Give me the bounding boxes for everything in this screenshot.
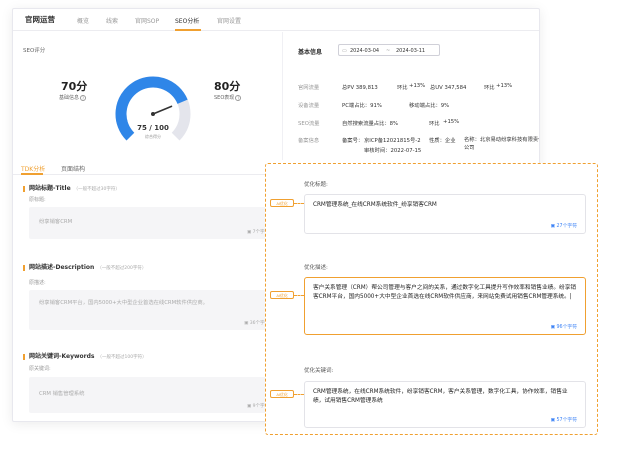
traffic-key: 官网流量 bbox=[298, 85, 320, 91]
accent-bar bbox=[23, 185, 25, 192]
original-title-value: 纷享销客CRM bbox=[39, 219, 73, 225]
basic-score-label: 基础信息? bbox=[59, 94, 87, 101]
connector-line bbox=[294, 394, 304, 395]
date-start: 2024-03-04 bbox=[350, 48, 380, 54]
seo-change-label: 环比 bbox=[429, 121, 440, 127]
original-title-label: 原标题: bbox=[29, 197, 46, 203]
icp-number-label: 备案号： bbox=[342, 138, 364, 144]
title-field-heading: 网站标题-Title （一般不超过30字符） bbox=[23, 183, 120, 192]
connector-line bbox=[294, 295, 304, 296]
ai-optimize-tag: AI优化 bbox=[270, 390, 294, 398]
optimized-desc-label: 优化描述: bbox=[304, 265, 328, 271]
original-title-box: 纷享销客CRM ▣ 7个字符 bbox=[29, 207, 277, 239]
optimized-title-label: 优化标题: bbox=[304, 182, 328, 188]
optimized-title-value: CRM管理系统_在线CRM系统软件_纷享销客CRM bbox=[313, 202, 437, 208]
icp-nature: 性质：企业 bbox=[429, 138, 456, 144]
device-key: 设备流量 bbox=[298, 103, 320, 109]
tdk-tab-indicator bbox=[21, 173, 43, 175]
basic-info-panel: 基本信息 ▭ 2024-03-04 ~ 2024-03-11 官网流量 总PV … bbox=[298, 44, 540, 162]
optimized-keywords-count: ▣ 57个字符 bbox=[550, 418, 577, 423]
score-gauge: 75 / 100 综合得分 bbox=[113, 74, 193, 144]
icp-company-name: 名称：北京易动纷享科技有限责任公司 bbox=[464, 137, 540, 151]
seo-score-label: SEO评分 bbox=[23, 48, 46, 54]
help-icon[interactable]: ? bbox=[80, 94, 87, 101]
connector-line bbox=[294, 203, 304, 204]
optimized-desc-count: ▣ 96个字符 bbox=[550, 325, 577, 330]
accent-bar bbox=[23, 264, 25, 271]
tab-page-structure[interactable]: 页面结构 bbox=[61, 164, 85, 173]
ai-optimize-tag: AI优化 bbox=[270, 291, 294, 299]
optimized-title-count: ▣ 27个字符 bbox=[550, 224, 577, 229]
date-range-picker[interactable]: ▭ 2024-03-04 ~ 2024-03-11 bbox=[338, 44, 440, 56]
tab-seo-analysis[interactable]: SEO分析 bbox=[175, 16, 199, 25]
optimized-keywords-label: 优化关键词: bbox=[304, 368, 334, 374]
tab-sop[interactable]: 官网SOP bbox=[135, 16, 159, 25]
pv-change-label: 环比 bbox=[397, 85, 408, 91]
date-separator: ~ bbox=[386, 48, 391, 54]
original-desc-label: 原描述: bbox=[29, 280, 46, 286]
optimized-keywords-value: CRM管理系统，在线CRM系统软件，纷享销客CRM，客户关系管理，数字化工具，协… bbox=[313, 389, 568, 404]
seo-traffic-key: SEO流量 bbox=[298, 121, 320, 127]
optimized-keywords-box[interactable]: CRM管理系统，在线CRM系统软件，纷享销客CRM，客户关系管理，数字化工具，协… bbox=[304, 381, 586, 428]
analysis-tabs: TDK分析 页面结构 bbox=[13, 161, 283, 175]
pc-share: PC端占比：91% bbox=[342, 103, 382, 109]
gauge-hub bbox=[151, 112, 155, 116]
tab-leads[interactable]: 线索 bbox=[106, 16, 118, 25]
uv-change-label: 环比 bbox=[484, 85, 495, 91]
icp-key: 备案信息 bbox=[298, 138, 320, 144]
optimized-desc-box[interactable]: 客户关系管理（CRM）帮公司管理与客户之间的关系，通过数字化工具提升写作效率和销… bbox=[304, 277, 586, 335]
top-nav: 官网运营 概览 线索 官网SOP SEO分析 官网设置 bbox=[13, 9, 539, 31]
icp-number-link[interactable]: 京ICP备12021815号-2 bbox=[364, 136, 421, 144]
original-desc-box: 纷享销客CRM平台，国内5000+大中型企业首选在线CRM软件供应商。 ▣ 36… bbox=[29, 290, 277, 330]
original-keywords-box: CRM 销售管理系统 ▣ 9个字符 bbox=[29, 377, 277, 413]
original-keywords-value: CRM 销售管理系统 bbox=[39, 391, 85, 397]
basic-info-header: 基本信息 bbox=[298, 49, 323, 56]
original-desc-value: 纷享销客CRM平台，国内5000+大中型企业首选在线CRM软件供应商。 bbox=[39, 300, 208, 306]
seo-performance-score: 80分 bbox=[214, 80, 241, 93]
seo-change: +15% bbox=[443, 119, 460, 125]
tab-settings[interactable]: 官网设置 bbox=[217, 16, 241, 25]
total-pv: 总PV 389,813 bbox=[342, 85, 378, 91]
gauge-value: 75 / 100 bbox=[137, 124, 169, 132]
natural-search-share: 自然搜索流量占比：8% bbox=[342, 121, 399, 127]
date-end: 2024-03-11 bbox=[396, 48, 426, 54]
seo-score-panel: SEO评分 70分 基础信息? 75 / 100 综合得分 80分 SEO表现? bbox=[13, 32, 283, 160]
mobile-share: 移动端占比：9% bbox=[409, 103, 450, 109]
optimized-desc-value: 客户关系管理（CRM）帮公司管理与客户之间的关系，通过数字化工具提升写作效率和销… bbox=[313, 285, 577, 300]
gauge-sub-label: 综合得分 bbox=[145, 134, 161, 139]
icp-review-date: 审核时间：2022-07-15 bbox=[364, 148, 422, 154]
basic-score: 70分 bbox=[61, 80, 88, 93]
original-keywords-label: 原关键词: bbox=[29, 366, 51, 372]
active-tab-indicator bbox=[175, 29, 201, 31]
tab-overview[interactable]: 概览 bbox=[77, 16, 89, 25]
ai-optimization-panel: AI优化 优化标题: CRM管理系统_在线CRM系统软件_纷享销客CRM ▣ 2… bbox=[265, 163, 598, 435]
uv-change: +13% bbox=[496, 83, 513, 89]
gauge-needle bbox=[152, 105, 173, 115]
pv-change: +13% bbox=[409, 83, 426, 89]
tab-tdk-analysis[interactable]: TDK分析 bbox=[21, 164, 45, 173]
desc-field-heading: 网站描述-Description （一般不超过200字符） bbox=[23, 262, 146, 271]
optimized-title-box[interactable]: CRM管理系统_在线CRM系统软件_纷享销客CRM ▣ 27个字符 bbox=[304, 194, 586, 234]
total-uv: 总UV 347,584 bbox=[430, 85, 467, 91]
help-icon[interactable]: ? bbox=[235, 94, 242, 101]
brand-title: 官网运营 bbox=[25, 15, 55, 24]
seo-performance-label: SEO表现? bbox=[214, 94, 242, 101]
accent-bar bbox=[23, 353, 25, 360]
keywords-field-heading: 网站关键词-Keywords （一般不超过100字符） bbox=[23, 351, 147, 360]
ai-optimize-tag: AI优化 bbox=[270, 199, 294, 207]
calendar-icon: ▭ bbox=[342, 48, 347, 54]
